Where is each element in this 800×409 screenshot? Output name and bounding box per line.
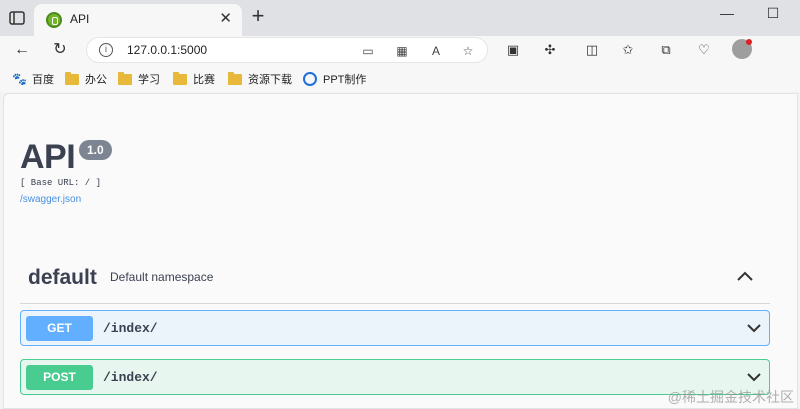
chevron-down-icon[interactable] xyxy=(745,368,763,386)
bookmarks-bar: 🐾 百度 办公 学习 比赛 资源下载 PPT制作 xyxy=(0,64,800,92)
address-url[interactable]: 127.0.0.1:5000 xyxy=(127,43,207,57)
browser-tab[interactable]: API ✕ xyxy=(34,4,242,36)
page-viewport: API 1.0 [ Base URL: / ] /swagger.json de… xyxy=(3,93,798,409)
browser-toolbar: ← ↻ i 127.0.0.1:5000 ▭ ▦ A ☆ ▣ ✣ ◫ ✩ ⧉ ♡ xyxy=(0,36,800,64)
refresh-icon[interactable]: ↻ xyxy=(48,38,72,62)
namespace-description: Default namespace xyxy=(110,270,214,284)
browser-essentials-icon[interactable]: ♡ xyxy=(694,40,714,60)
split-screen-icon[interactable]: ◫ xyxy=(582,40,602,60)
tab-close-icon[interactable]: ✕ xyxy=(219,11,232,27)
folder-icon xyxy=(173,71,187,85)
folder-icon xyxy=(65,71,79,85)
back-icon[interactable]: ← xyxy=(10,38,34,62)
api-title: API xyxy=(20,138,76,176)
version-badge: 1.0 xyxy=(79,140,112,160)
minimize-icon[interactable]: — xyxy=(718,4,736,22)
watermark: @稀土掘金技术社区 xyxy=(667,389,794,405)
operation-path: /index/ xyxy=(103,321,158,336)
maximize-icon[interactable]: ☐ xyxy=(764,4,782,22)
swagger-json-link[interactable]: /swagger.json xyxy=(20,194,81,205)
operation-path: /index/ xyxy=(103,370,158,385)
bookmark-label: 办公 xyxy=(85,74,107,86)
new-tab-button[interactable]: + xyxy=(248,5,268,27)
chevron-down-icon[interactable] xyxy=(745,319,763,337)
base-url: [ Base URL: / ] xyxy=(20,178,102,188)
bookmark-baidu[interactable]: 🐾 百度 xyxy=(12,71,54,87)
read-aloud-icon[interactable]: A xyxy=(427,42,445,60)
bookmark-label: PPT制作 xyxy=(323,74,367,86)
ppt-icon xyxy=(303,72,317,86)
favorites-icon[interactable]: ✩ xyxy=(618,40,638,60)
qr-code-icon[interactable]: ▦ xyxy=(393,42,411,60)
namespace-header[interactable]: default Default namespace xyxy=(20,254,770,304)
app-available-icon[interactable]: ▭ xyxy=(359,42,377,60)
bookmark-folder-office[interactable]: 办公 xyxy=(65,71,107,87)
bookmark-label: 学习 xyxy=(138,74,160,86)
method-badge: GET xyxy=(26,316,93,341)
method-badge: POST xyxy=(26,365,93,390)
workspaces-icon[interactable]: ▣ xyxy=(503,40,523,60)
bookmark-folder-contest[interactable]: 比赛 xyxy=(173,71,215,87)
operation-post-index[interactable]: POST /index/ xyxy=(20,359,770,395)
tab-bar: API ✕ + — ☐ xyxy=(0,0,800,36)
swagger-favicon-icon xyxy=(46,12,62,28)
notification-dot xyxy=(746,39,752,45)
favorite-star-icon[interactable]: ☆ xyxy=(459,42,477,60)
chevron-up-icon[interactable] xyxy=(734,266,756,288)
bookmark-label: 资源下载 xyxy=(248,74,292,86)
tab-actions-icon[interactable] xyxy=(6,8,28,28)
collections-icon[interactable]: ⧉ xyxy=(656,40,676,60)
folder-icon xyxy=(118,71,132,85)
bookmark-folder-downloads[interactable]: 资源下载 xyxy=(228,71,292,87)
site-info-icon[interactable]: i xyxy=(99,43,113,57)
folder-icon xyxy=(228,71,242,85)
bookmark-label: 百度 xyxy=(32,74,54,86)
namespace-name: default xyxy=(28,266,97,289)
baidu-icon: 🐾 xyxy=(12,72,27,86)
bookmark-ppt[interactable]: PPT制作 xyxy=(303,71,366,87)
operation-get-index[interactable]: GET /index/ xyxy=(20,310,770,346)
tab-title: API xyxy=(70,12,90,26)
bookmark-label: 比赛 xyxy=(193,74,215,86)
extensions-icon[interactable]: ✣ xyxy=(540,40,560,60)
bookmark-folder-study[interactable]: 学习 xyxy=(118,71,160,87)
address-bar[interactable]: i 127.0.0.1:5000 ▭ ▦ A ☆ xyxy=(86,37,488,63)
